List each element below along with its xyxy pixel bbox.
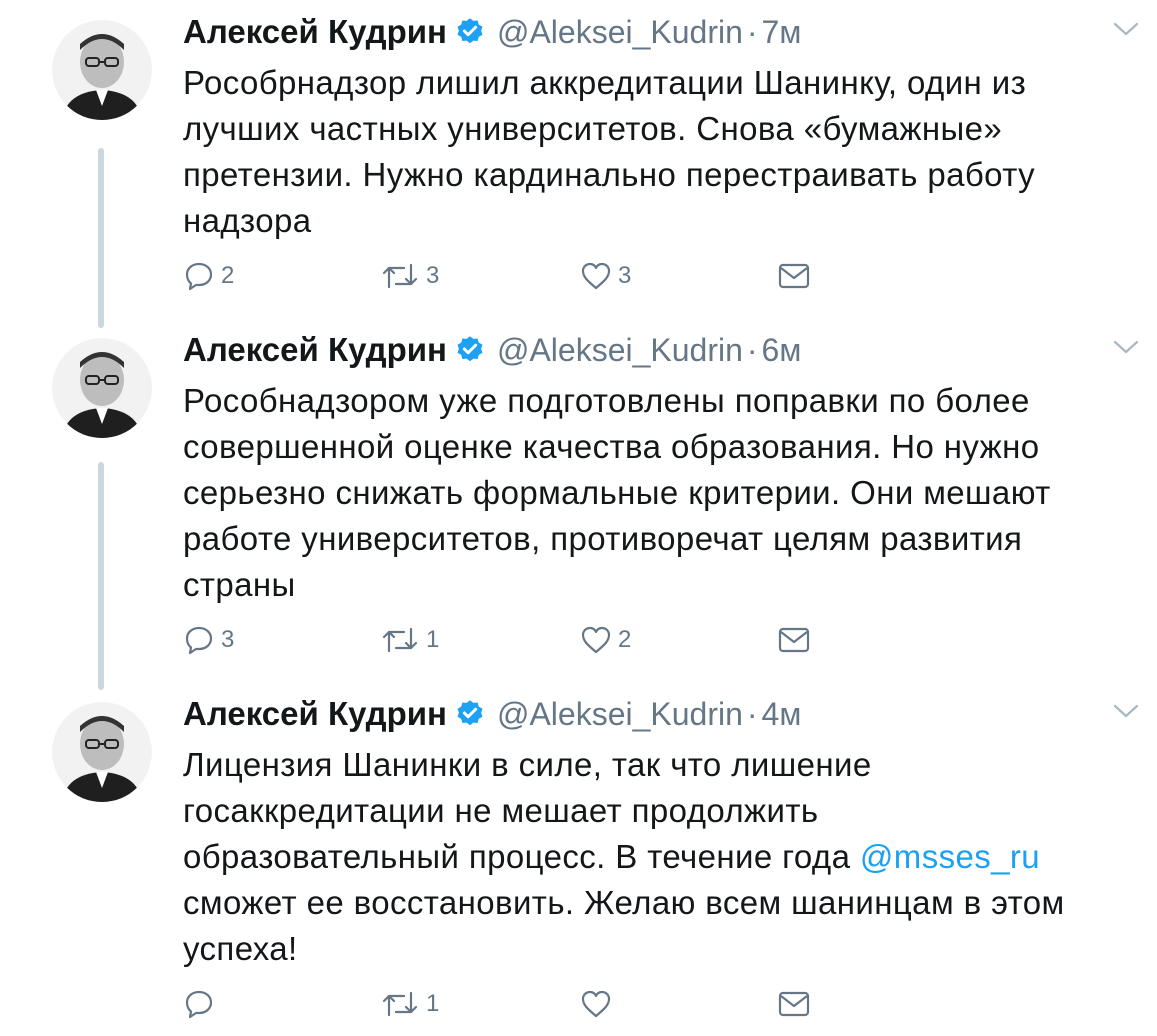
- tweet-text-line: успеха!: [183, 930, 298, 967]
- tweet-text-line: лучших частных университетов. Снова «бум…: [183, 110, 1003, 147]
- retweet-icon: [382, 991, 418, 1017]
- tweet-text-line: сможет ее восстановить. Желаю всем шанин…: [183, 884, 1065, 921]
- verified-badge-icon: [457, 700, 483, 726]
- tweet-1[interactable]: Алексей Кудрин @Aleksei_Kudrin · 7м Росо…: [0, 8, 1157, 318]
- tweet-3[interactable]: Алексей Кудрин @Aleksei_Kudrin · 4м Лице…: [0, 690, 1157, 1036]
- mention-link[interactable]: @msses_ru: [860, 838, 1040, 875]
- direct-message-icon: [778, 991, 810, 1017]
- tweet-text-line: серьезно снижать формальные критерии. Он…: [183, 474, 1051, 511]
- tweet-header: Алексей Кудрин @Aleksei_Kudrin · 6м: [183, 326, 801, 374]
- tweet-text-line: совершенной оценке качества образования.…: [183, 428, 1040, 465]
- tweet-text-line: Рособнадзором уже подготовлены поправки …: [183, 382, 1030, 419]
- verified-badge-icon: [457, 336, 483, 362]
- like-icon: [581, 626, 611, 654]
- direct-message-icon: [778, 627, 810, 653]
- tweet-text-line: Рособрнадзор лишил аккредитации Шанинку,…: [183, 64, 1027, 101]
- retweet-icon: [382, 263, 418, 289]
- retweet-count: 1: [426, 626, 440, 653]
- reply-count: 2: [221, 262, 235, 289]
- tweet-text-line: работе университетов, противоречат целям…: [183, 520, 1023, 557]
- direct-message-button[interactable]: [777, 620, 811, 660]
- reply-icon: [185, 262, 213, 291]
- tweet-text-line: образовательный процесс. В течение года …: [183, 834, 1133, 880]
- tweet-text-line: страны: [183, 566, 296, 603]
- reply-icon: [185, 626, 213, 655]
- like-count: 3: [618, 262, 632, 289]
- tweet-text-line: надзора: [183, 202, 312, 239]
- reply-button[interactable]: [183, 984, 221, 1024]
- author-name[interactable]: Алексей Кудрин: [183, 331, 447, 369]
- reply-button[interactable]: 2: [183, 256, 234, 296]
- tweet-text-line: госаккредитации не мешает продолжить: [183, 792, 819, 829]
- author-name[interactable]: Алексей Кудрин: [183, 13, 447, 51]
- like-button[interactable]: [580, 984, 618, 1024]
- tweet-text: Рособнадзором уже подготовлены поправки …: [183, 378, 1133, 608]
- reply-count: 3: [221, 626, 235, 653]
- tweet-text-fragment: образовательный процесс. В течение года: [183, 838, 860, 875]
- separator: ·: [746, 13, 758, 50]
- avatar[interactable]: [52, 20, 152, 120]
- chevron-down-icon[interactable]: [1112, 18, 1140, 40]
- avatar[interactable]: [52, 338, 152, 438]
- like-button[interactable]: 3: [580, 256, 631, 296]
- author-handle[interactable]: @Aleksei_Kudrin: [497, 14, 743, 51]
- tweet-header: Алексей Кудрин @Aleksei_Kudrin · 7м: [183, 8, 801, 56]
- reply-button[interactable]: 3: [183, 620, 234, 660]
- tweet-actions: 3 1 2: [183, 620, 883, 660]
- retweet-icon: [382, 627, 418, 653]
- tweet-text: Рособрнадзор лишил аккредитации Шанинку,…: [183, 60, 1133, 244]
- retweet-count: 1: [426, 990, 440, 1017]
- direct-message-button[interactable]: [777, 984, 811, 1024]
- direct-message-button[interactable]: [777, 256, 811, 296]
- like-icon: [581, 262, 611, 290]
- author-name[interactable]: Алексей Кудрин: [183, 695, 447, 733]
- timestamp[interactable]: 7м: [762, 14, 802, 51]
- like-count: 2: [618, 626, 632, 653]
- separator: ·: [746, 331, 758, 368]
- separator: ·: [746, 695, 758, 732]
- tweet-text-line: претензии. Нужно кардинально перестраива…: [183, 156, 1035, 193]
- tweet-actions: 2 3 3: [183, 256, 883, 296]
- retweet-button[interactable]: 1: [380, 984, 439, 1024]
- retweet-count: 3: [426, 262, 440, 289]
- retweet-button[interactable]: 1: [380, 620, 439, 660]
- tweet-text: Лицензия Шанинки в силе, так что лишение…: [183, 742, 1133, 972]
- tweet-2[interactable]: Алексей Кудрин @Aleksei_Kudrin · 6м Росо…: [0, 326, 1157, 686]
- tweet-actions: 1: [183, 984, 883, 1024]
- direct-message-icon: [778, 263, 810, 289]
- retweet-button[interactable]: 3: [380, 256, 439, 296]
- tweet-text-line: Лицензия Шанинки в силе, так что лишение: [183, 746, 872, 783]
- reply-icon: [185, 990, 213, 1019]
- author-handle[interactable]: @Aleksei_Kudrin: [497, 332, 743, 369]
- verified-badge-icon: [457, 18, 483, 44]
- tweet-header: Алексей Кудрин @Aleksei_Kudrin · 4м: [183, 690, 801, 738]
- avatar[interactable]: [52, 702, 152, 802]
- chevron-down-icon[interactable]: [1112, 336, 1140, 358]
- timestamp[interactable]: 6м: [762, 332, 802, 369]
- like-button[interactable]: 2: [580, 620, 631, 660]
- timestamp[interactable]: 4м: [762, 696, 802, 733]
- chevron-down-icon[interactable]: [1112, 700, 1140, 722]
- author-handle[interactable]: @Aleksei_Kudrin: [497, 696, 743, 733]
- like-icon: [581, 990, 611, 1018]
